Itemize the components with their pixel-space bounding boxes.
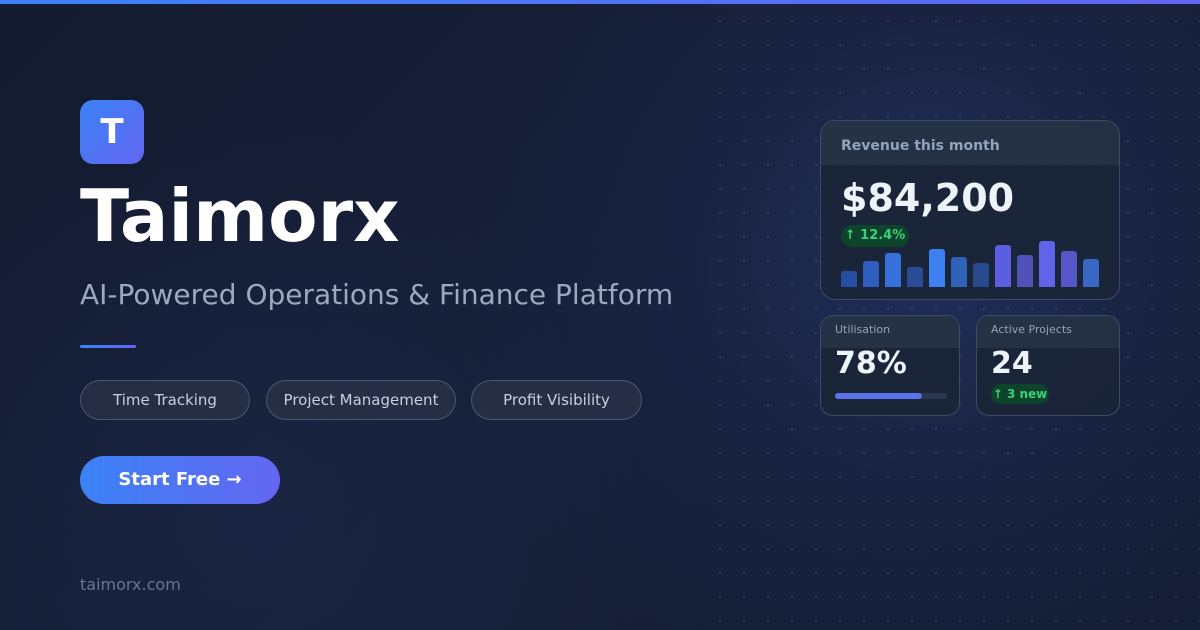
revenue-card: Revenue this month $84,200 ↑ 12.4% bbox=[820, 120, 1120, 300]
utilisation-card: Utilisation 78% bbox=[820, 315, 960, 416]
revenue-value: $84,200 bbox=[841, 176, 1015, 220]
t-logo-icon: T bbox=[80, 100, 144, 164]
feature-pill-project-management: Project Management bbox=[266, 380, 456, 420]
website-url[interactable]: taimorx.com bbox=[80, 575, 181, 595]
utilisation-progress-track bbox=[835, 393, 947, 399]
feature-pill-time-tracking: Time Tracking bbox=[80, 380, 250, 420]
start-free-button[interactable]: Start Free → bbox=[80, 456, 280, 504]
active-projects-change-badge: ↑ 3 new bbox=[991, 384, 1049, 404]
active-projects-card-title: Active Projects bbox=[991, 323, 1072, 336]
brand-name: Taimorx bbox=[80, 174, 400, 258]
revenue-bar-12 bbox=[1083, 259, 1099, 287]
utilisation-progress-fill bbox=[835, 393, 922, 399]
revenue-bar-1 bbox=[841, 271, 857, 287]
revenue-bar-chart bbox=[841, 237, 1101, 287]
title-divider bbox=[80, 345, 136, 348]
revenue-card-title: Revenue this month bbox=[841, 138, 1000, 154]
tagline: AI-Powered Operations & Finance Platform bbox=[80, 278, 674, 311]
active-projects-value: 24 bbox=[991, 346, 1033, 381]
revenue-bar-8 bbox=[995, 245, 1011, 287]
feature-pill-profit-visibility: Profit Visibility bbox=[471, 380, 642, 420]
revenue-bar-6 bbox=[951, 257, 967, 287]
top-accent-bar bbox=[0, 0, 1200, 4]
revenue-bar-4 bbox=[907, 267, 923, 287]
revenue-bar-7 bbox=[973, 263, 989, 287]
revenue-bar-11 bbox=[1061, 251, 1077, 287]
utilisation-card-title: Utilisation bbox=[835, 323, 891, 336]
revenue-bar-3 bbox=[885, 253, 901, 287]
revenue-bar-2 bbox=[863, 261, 879, 287]
revenue-bar-5 bbox=[929, 249, 945, 287]
revenue-bar-9 bbox=[1017, 255, 1033, 287]
utilisation-value: 78% bbox=[835, 346, 907, 381]
revenue-bar-10 bbox=[1039, 241, 1055, 287]
active-projects-card: Active Projects 24 ↑ 3 new bbox=[976, 315, 1120, 416]
